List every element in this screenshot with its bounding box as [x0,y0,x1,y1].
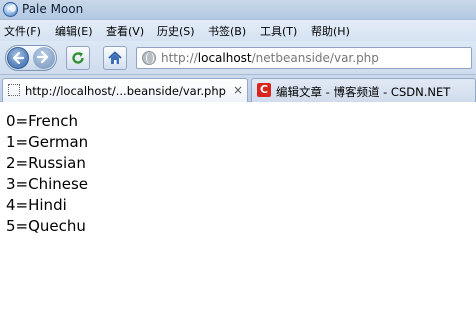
forward-button[interactable] [33,47,55,69]
reload-button[interactable] [66,46,90,70]
address-bar[interactable]: http://localhost/netbeanside/var.php [136,47,472,69]
navigation-toolbar: http://localhost/netbeanside/var.php [0,41,476,75]
menu-tools[interactable]: 工具(T) [260,23,297,39]
output-line: 5=Quechu [6,217,86,235]
csdn-favicon-icon: C [257,83,271,97]
menu-bar: 文件(F) 编辑(E) 查看(V) 历史(S) 书签(B) 工具(T) 帮助(H… [0,20,476,41]
tab-close-icon[interactable]: × [233,83,243,97]
tab-label: http://localhost/...beanside/var.php [25,84,226,98]
output-line: 2=Russian [6,154,86,172]
url-path: /netbeanside/var.php [251,51,379,65]
output-line: 3=Chinese [6,175,89,193]
menu-file[interactable]: 文件(F) [4,23,41,39]
menu-help[interactable]: 帮助(H) [311,23,350,39]
back-button[interactable] [7,47,29,69]
tab-csdn[interactable]: C 编辑文章 - 博客频道 - CSDN.NET [251,78,476,102]
output-line: 0=French [6,112,78,130]
pale-moon-app-icon [3,2,18,17]
menu-edit[interactable]: 编辑(E) [55,23,93,39]
page-content: 0=French 1=German 2=Russian 3=Chinese 4=… [0,102,476,323]
back-arrow-icon [12,51,25,65]
reload-icon [72,52,84,64]
menu-bookmarks[interactable]: 书签(B) [208,23,246,39]
output-line: 1=German [6,133,89,151]
tab-strip: http://localhost/...beanside/var.php × C… [0,75,476,102]
url-host: localhost [197,51,252,65]
site-identity-globe-icon[interactable] [142,51,156,65]
menu-history[interactable]: 历史(S) [157,23,195,39]
blank-page-icon [8,84,20,96]
home-button[interactable] [103,46,127,70]
window-title: Pale Moon [22,2,84,16]
tab-var-php[interactable]: http://localhost/...beanside/var.php × [2,78,248,102]
title-bar: Pale Moon [0,0,476,20]
home-icon [108,51,122,64]
tab-label: 编辑文章 - 博客频道 - CSDN.NET [276,85,451,99]
menu-view[interactable]: 查看(V) [106,23,144,39]
url-prefix: http:// [161,51,198,65]
back-forward-group [5,45,57,71]
forward-arrow-icon [36,50,49,64]
output-line: 4=Hindi [6,196,67,214]
url-text[interactable]: http://localhost/netbeanside/var.php [161,51,379,65]
